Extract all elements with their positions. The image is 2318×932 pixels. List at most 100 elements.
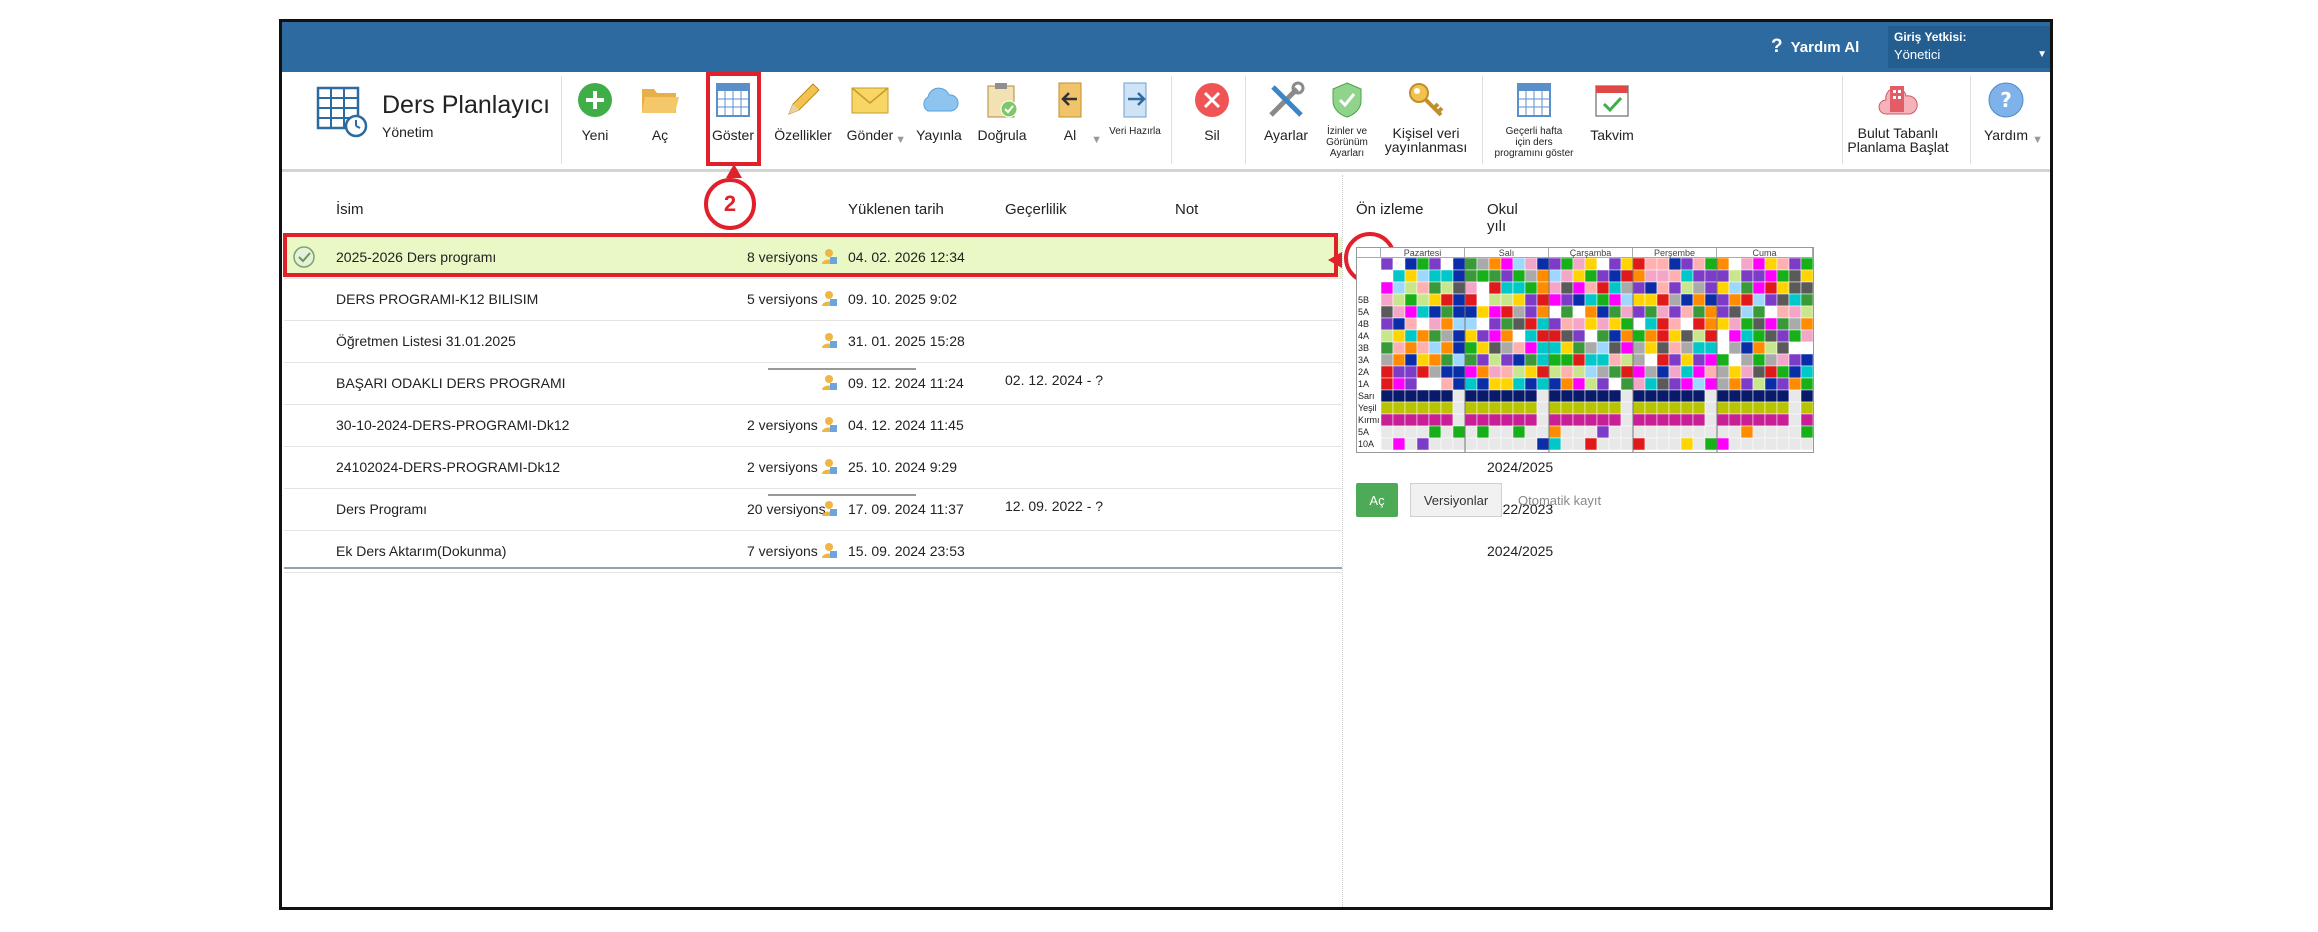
preview-cell: [1536, 365, 1550, 379]
preview-cell: [1800, 413, 1813, 427]
preview-cell: [1476, 317, 1490, 331]
preview-cell: [1416, 425, 1430, 439]
preview-cell: [1656, 329, 1670, 343]
row-name: 24102024-DERS-PROGRAMI-Dk12: [336, 459, 561, 475]
cloud-planning-button[interactable]: Bulut Tabanlı Planlama Başlat: [1847, 78, 1949, 164]
preview-cell: [1620, 353, 1634, 367]
preview-cell: [1740, 437, 1754, 451]
preview-cell: [1680, 365, 1694, 379]
preview-cell: [1488, 437, 1502, 451]
preview-cell: [1632, 377, 1646, 391]
preview-cell: [1764, 413, 1778, 427]
properties-button[interactable]: Özellikler: [773, 78, 833, 164]
preview-cell: [1500, 341, 1514, 355]
app-subtitle: Yönetim: [382, 124, 434, 140]
login-role-select[interactable]: Giriş Yetkisi: Yönetici ▼: [1888, 26, 2050, 68]
row-school-year: 2024/2025: [1487, 459, 1554, 475]
help-link[interactable]: ? Yardım Al: [1771, 36, 1859, 58]
send-button[interactable]: Gönder ▼: [846, 78, 906, 164]
table-row[interactable]: DERS PROGRAMI-K12 BILISIM 5 versiyons 09. …: [284, 279, 1553, 321]
preview-cell: [1416, 437, 1430, 451]
preview-cell: [1476, 413, 1490, 427]
preview-cell: [1464, 281, 1478, 295]
permissions-button[interactable]: İzinler ve Görünüm Ayarları: [1322, 78, 1372, 164]
preview-cell: [1500, 305, 1514, 319]
preview-cell: [1644, 353, 1658, 367]
preview-cell: [1752, 353, 1766, 367]
preview-cell: [1776, 365, 1790, 379]
preview-cell: [1416, 293, 1430, 307]
preview-cell: [1788, 281, 1802, 295]
current-week-button[interactable]: Geçerli hafta için ders programını göste…: [1492, 78, 1576, 164]
personal-data-button[interactable]: Kişisel veri yayınlanması: [1384, 78, 1468, 164]
preview-cell: [1416, 377, 1430, 391]
preview-cell: [1381, 389, 1394, 403]
calendar-button[interactable]: Takvim: [1584, 78, 1640, 164]
preview-cell: [1404, 293, 1418, 307]
versions-button[interactable]: Versiyonlar: [1410, 483, 1502, 517]
selected-row-highlight: [283, 233, 1338, 277]
preview-cell: [1656, 281, 1670, 295]
preview-cell: [1464, 353, 1478, 367]
preview-cell: [1572, 389, 1586, 403]
help-button[interactable]: ? Yardım ▼: [1981, 78, 2043, 164]
preview-cell: [1524, 341, 1538, 355]
preview-cell: [1536, 341, 1550, 355]
preview-cell: [1524, 365, 1538, 379]
preview-cell: [1572, 401, 1586, 415]
preview-cell: [1740, 389, 1754, 403]
preview-cell: [1560, 305, 1574, 319]
get-button[interactable]: Al ▼: [1050, 78, 1102, 164]
settings-button[interactable]: Ayarlar: [1258, 78, 1314, 164]
preview-cell: [1560, 293, 1574, 307]
preview-cell: [1656, 401, 1670, 415]
preview-cell: [1716, 389, 1730, 403]
preview-cell: [1440, 341, 1454, 355]
preview-cell: [1500, 389, 1514, 403]
table-row[interactable]: Öğretmen Listesi 31.01.2025 31. 01. 2025 …: [284, 321, 1553, 363]
preview-cell: [1692, 329, 1706, 343]
table-row[interactable]: Ders Programı 20 versiyons 17. 09. 2024 11…: [284, 489, 1553, 531]
preview-cell: [1500, 329, 1514, 343]
preview-cell: [1500, 377, 1514, 391]
preview-cell: [1716, 305, 1730, 319]
verify-button[interactable]: Doğrula: [974, 78, 1030, 164]
preview-cell: [1704, 437, 1718, 451]
preview-cell: [1704, 377, 1718, 391]
preview-cell: [1764, 353, 1778, 367]
preview-cell: [1692, 365, 1706, 379]
preview-cell: [1488, 365, 1502, 379]
panel-splitter[interactable]: [1342, 175, 1343, 907]
toolbar-separator: [1970, 76, 1971, 164]
preview-cell: [1692, 389, 1706, 403]
preview-open-button[interactable]: Aç: [1356, 483, 1398, 517]
preview-cell: [1488, 401, 1502, 415]
preview-cell: [1644, 293, 1658, 307]
open-button[interactable]: Aç: [638, 78, 682, 164]
preview-cell: [1584, 377, 1598, 391]
preview-cell: [1716, 437, 1730, 451]
row-name: 30-10-2024-DERS-PROGRAMI-Dk12: [336, 417, 570, 433]
preview-cell: [1752, 329, 1766, 343]
preview-cell: [1716, 353, 1730, 367]
preview-cell: [1740, 365, 1754, 379]
table-row[interactable]: 24102024-DERS-PROGRAMI-Dk12 2 versiyons 25…: [284, 447, 1553, 489]
preview-cell: [1476, 281, 1490, 295]
preview-cell: [1644, 401, 1658, 415]
preview-cell: [1512, 317, 1526, 331]
preview-cell: [1668, 329, 1682, 343]
new-button[interactable]: Yeni: [573, 78, 617, 164]
preview-cell: [1452, 305, 1466, 319]
preview-row-label: 4A: [1358, 331, 1370, 341]
delete-button[interactable]: Sil: [1190, 78, 1234, 164]
brand: Ders Planlayıcı Yönetim: [316, 86, 550, 140]
preview-cell: [1692, 401, 1706, 415]
table-row[interactable]: BAŞARI ODAKLI DERS PROGRAMI 09. 12. 2024 …: [284, 363, 1553, 405]
preview-cell: [1632, 353, 1646, 367]
preview-cell: [1536, 353, 1550, 367]
table-row[interactable]: 30-10-2024-DERS-PROGRAMI-Dk12 2 versiyons…: [284, 405, 1553, 447]
preview-cell: [1776, 377, 1790, 391]
chevron-down-icon: ▼: [2037, 49, 2047, 60]
prepare-data-button[interactable]: Veri Hazırla: [1107, 78, 1163, 164]
publish-button[interactable]: Yayınla: [911, 78, 967, 164]
